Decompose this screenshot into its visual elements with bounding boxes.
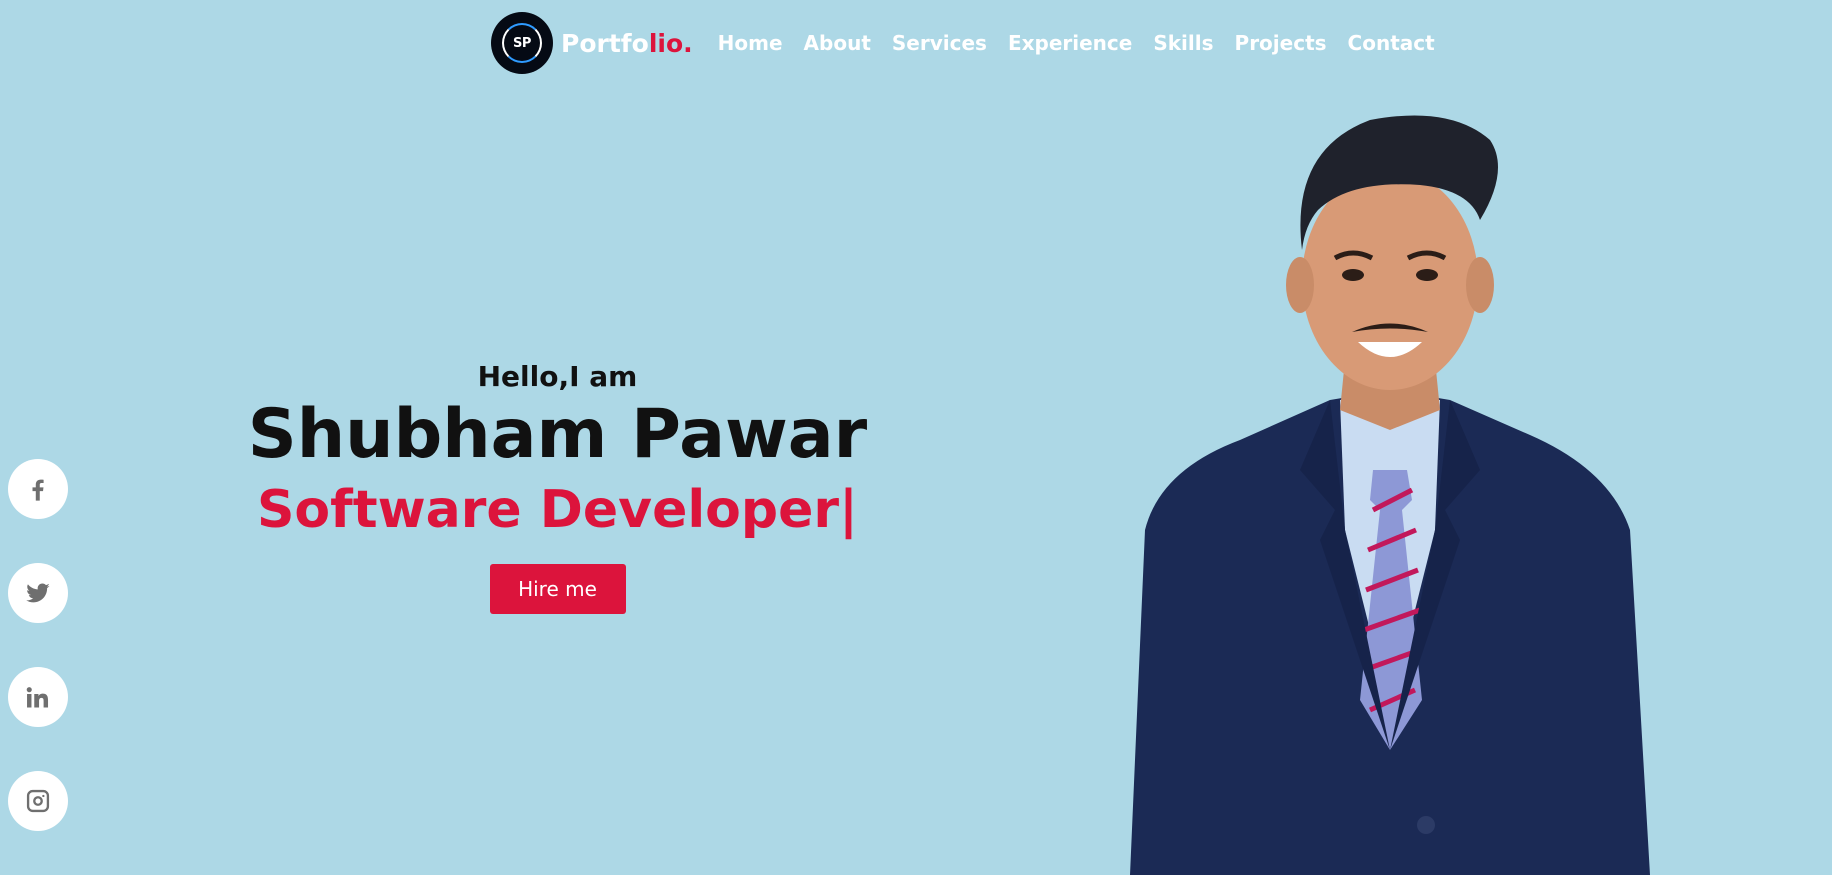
instagram-icon <box>26 789 50 813</box>
hero-section: Hello,I am Shubham Pawar Software Develo… <box>240 360 875 614</box>
nav-item-experience[interactable]: Experience <box>1008 31 1132 55</box>
twitter-icon <box>26 583 50 603</box>
page: SP Portfolio. Home About Services Experi… <box>0 0 1832 875</box>
nav-item-projects[interactable]: Projects <box>1235 31 1327 55</box>
nav-item-about[interactable]: About <box>804 31 871 55</box>
hero-name: Shubham Pawar <box>247 395 868 474</box>
instagram-link[interactable] <box>8 771 68 831</box>
facebook-icon <box>32 479 44 501</box>
nav-item-contact[interactable]: Contact <box>1348 31 1435 55</box>
hero-role-text: Software Developer <box>256 480 840 540</box>
brand-name-main: Portfo <box>561 28 649 58</box>
brand-name-accent: lio. <box>648 28 693 58</box>
profile-portrait <box>1130 115 1650 875</box>
nav-item-skills[interactable]: Skills <box>1153 31 1213 55</box>
hire-me-button[interactable]: Hire me <box>489 564 626 614</box>
linkedin-link[interactable] <box>8 667 68 727</box>
nav-menu: Home About Services Experience Skills Pr… <box>718 31 1456 55</box>
navbar: SP Portfolio. Home About Services Experi… <box>491 12 1456 74</box>
hero-greeting: Hello,I am <box>477 360 638 393</box>
nav-item-services[interactable]: Services <box>892 31 987 55</box>
typing-cursor: | <box>839 480 859 540</box>
social-links <box>8 459 68 875</box>
logo-initials: SP <box>513 35 531 51</box>
linkedin-icon <box>26 687 49 708</box>
facebook-link[interactable] <box>8 459 68 519</box>
hero-role: Software Developer| <box>240 475 875 545</box>
twitter-link[interactable] <box>8 563 68 623</box>
nav-item-home[interactable]: Home <box>718 31 783 55</box>
logo[interactable]: SP <box>491 12 553 74</box>
brand-name[interactable]: Portfolio. <box>561 29 693 58</box>
